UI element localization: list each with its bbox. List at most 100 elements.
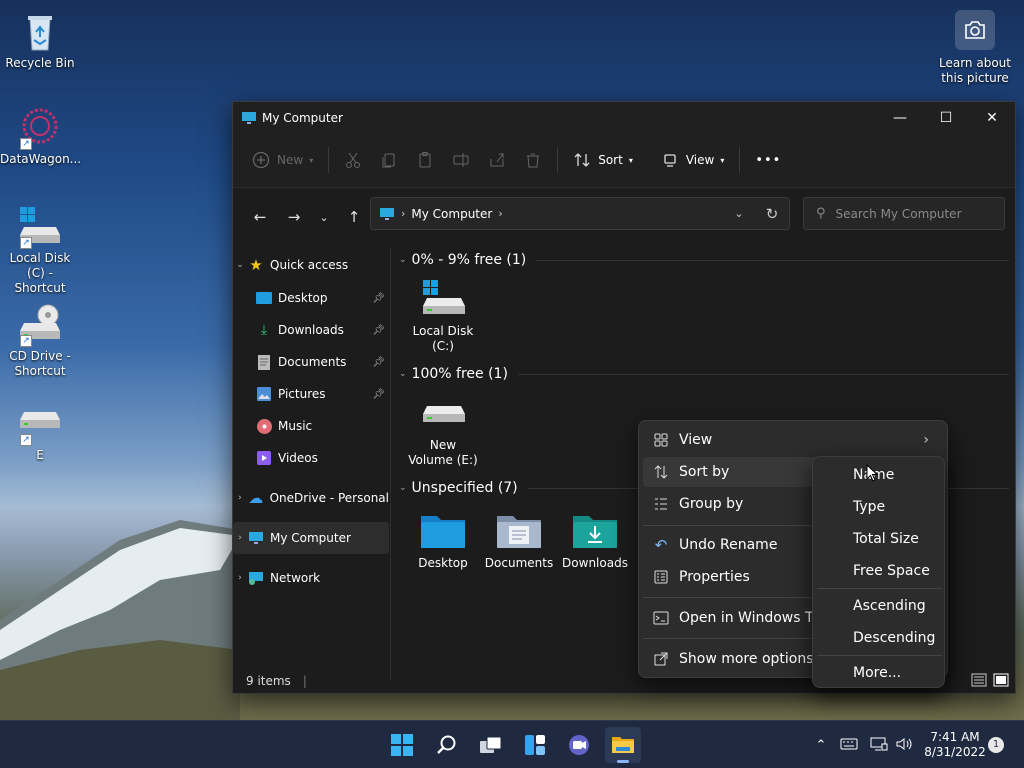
desktop-icon-datawagon[interactable]: ↗ DataWagon... — [0, 106, 81, 167]
menu-label: Properties — [679, 569, 750, 585]
widgets-icon — [525, 735, 545, 755]
chat-icon — [569, 735, 589, 755]
item-label: New Volume (E:) — [408, 438, 478, 467]
back-button[interactable]: ← — [243, 202, 277, 232]
sort-option-type[interactable]: Type — [853, 495, 885, 519]
show-hidden-icons-button[interactable]: ⌃ — [812, 738, 830, 753]
copy-button[interactable] — [371, 144, 407, 176]
keyboard-icon[interactable] — [840, 738, 858, 753]
status-divider: | — [302, 674, 307, 688]
chevron-right-icon: › — [923, 432, 929, 448]
notification-badge[interactable]: 1 — [988, 737, 1004, 753]
folder-item-documents[interactable]: Documents — [483, 510, 555, 571]
network-icon[interactable] — [870, 737, 888, 754]
sort-option-total-size[interactable]: Total Size — [853, 527, 919, 551]
search-box[interactable]: ⚲ Search My Computer — [803, 197, 1005, 230]
sort-arrows-icon — [574, 153, 590, 167]
clock[interactable]: 7:41 AM 8/31/2022 — [920, 730, 990, 760]
desktop-icon-recycle-bin[interactable]: Recycle Bin — [0, 10, 80, 71]
nav-my-computer[interactable]: › My Computer — [233, 522, 389, 554]
nav-pictures[interactable]: Pictures 📌︎ — [233, 378, 389, 410]
delete-button[interactable] — [515, 144, 551, 176]
sort-option-more[interactable]: More... — [853, 661, 901, 685]
chevron-right-icon: › — [238, 493, 242, 503]
monitor-icon — [242, 111, 256, 124]
view-button[interactable]: View ▾ — [652, 144, 734, 176]
new-button[interactable]: New ▾ — [243, 144, 322, 176]
address-history-button[interactable]: ⌄ — [723, 207, 755, 220]
nav-desktop[interactable]: Desktop 📌︎ — [233, 282, 389, 314]
desktop-icon-label: E — [36, 448, 44, 462]
recent-locations-button[interactable]: ⌄ — [311, 202, 337, 232]
desktop-icon-local-disk-shortcut[interactable]: ↗ Local Disk (C) - Shortcut — [0, 205, 80, 296]
nav-network[interactable]: › Network — [233, 562, 389, 594]
nav-documents[interactable]: Documents 📌︎ — [233, 346, 389, 378]
nav-music[interactable]: Music — [233, 410, 389, 442]
desktop-folder-icon — [255, 290, 273, 306]
start-button[interactable] — [384, 727, 420, 763]
desktop-icon-learn-picture[interactable]: Learn about this picture — [935, 10, 1015, 86]
nav-label: Downloads — [278, 323, 344, 337]
sort-option-free-space[interactable]: Free Space — [853, 559, 930, 583]
up-button[interactable]: ↑ — [337, 202, 371, 232]
volume-icon[interactable] — [896, 737, 914, 754]
desktop-icon-cd-drive-shortcut[interactable]: ↗ CD Drive - Shortcut — [0, 303, 80, 379]
drive-item-c[interactable]: Local Disk (C:) — [407, 278, 479, 354]
task-view-button[interactable] — [473, 727, 509, 763]
view-label: View — [685, 153, 715, 167]
nav-onedrive[interactable]: › ☁ OneDrive - Personal — [233, 482, 389, 514]
copy-icon — [382, 153, 395, 168]
search-button[interactable] — [429, 727, 465, 763]
desktop-folder-icon — [419, 510, 467, 552]
address-bar[interactable]: › My Computer › ⌄ ↻ — [370, 197, 790, 230]
mouse-cursor-icon — [866, 464, 878, 482]
details-view-button[interactable] — [971, 673, 987, 690]
windows-logo-icon — [391, 734, 413, 756]
paste-button[interactable] — [407, 144, 443, 176]
app-shortcut-icon: ↗ — [18, 106, 62, 150]
clock-date: 8/31/2022 — [924, 745, 986, 759]
chat-button[interactable] — [561, 727, 597, 763]
minimize-button[interactable]: — — [877, 102, 923, 133]
title-bar[interactable]: My Computer — ☐ ✕ — [233, 102, 1015, 133]
maximize-button[interactable]: ☐ — [923, 102, 969, 133]
close-button[interactable]: ✕ — [969, 102, 1015, 133]
file-explorer-taskbar-button[interactable] — [605, 727, 641, 763]
group-header[interactable]: ⌄ 0% - 9% free (1) — [399, 252, 1009, 268]
nav-downloads[interactable]: ⤓ Downloads 📌︎ — [233, 314, 389, 346]
sort-option-ascending[interactable]: Ascending — [853, 594, 926, 618]
pictures-icon — [255, 386, 273, 402]
sort-option-descending[interactable]: Descending — [853, 626, 935, 650]
cut-button[interactable] — [335, 144, 371, 176]
menu-separator — [817, 588, 942, 589]
nav-quick-access[interactable]: ⌄ ★ Quick access — [233, 248, 389, 282]
music-icon — [255, 418, 273, 434]
tiles-view-button[interactable] — [993, 673, 1009, 690]
folder-item-downloads[interactable]: Downloads — [559, 510, 631, 571]
desktop-icon-label: Recycle Bin — [5, 56, 75, 70]
menu-item-view[interactable]: View › — [643, 425, 943, 455]
nav-videos[interactable]: Videos — [233, 442, 389, 474]
menu-label: Ascending — [853, 598, 926, 614]
share-button[interactable] — [479, 144, 515, 176]
monitor-icon — [380, 207, 394, 220]
item-label: Local Disk (C:) — [412, 324, 474, 353]
refresh-button[interactable]: ↻ — [755, 205, 789, 223]
forward-button[interactable]: → — [277, 202, 311, 232]
nav-label: Videos — [278, 451, 318, 465]
desktop-icon-e[interactable]: ↗ E — [0, 402, 80, 463]
search-placeholder: Search My Computer — [835, 206, 962, 221]
widgets-button[interactable] — [517, 727, 553, 763]
breadcrumb-my-computer[interactable]: My Computer — [411, 207, 492, 221]
sort-button[interactable]: Sort ▾ — [564, 144, 642, 176]
star-icon: ★ — [249, 256, 263, 274]
more-button[interactable]: ••• — [746, 144, 790, 176]
nav-label: Documents — [278, 355, 347, 369]
drive-item-e[interactable]: New Volume (E:) — [407, 392, 479, 468]
group-header[interactable]: ⌄ 100% free (1) — [399, 366, 1009, 382]
chevron-right-icon: › — [238, 533, 242, 543]
rename-button[interactable] — [443, 144, 479, 176]
folder-item-desktop[interactable]: Desktop — [407, 510, 479, 571]
download-icon: ⤓ — [260, 322, 268, 338]
pin-icon: 📌︎ — [372, 388, 385, 400]
